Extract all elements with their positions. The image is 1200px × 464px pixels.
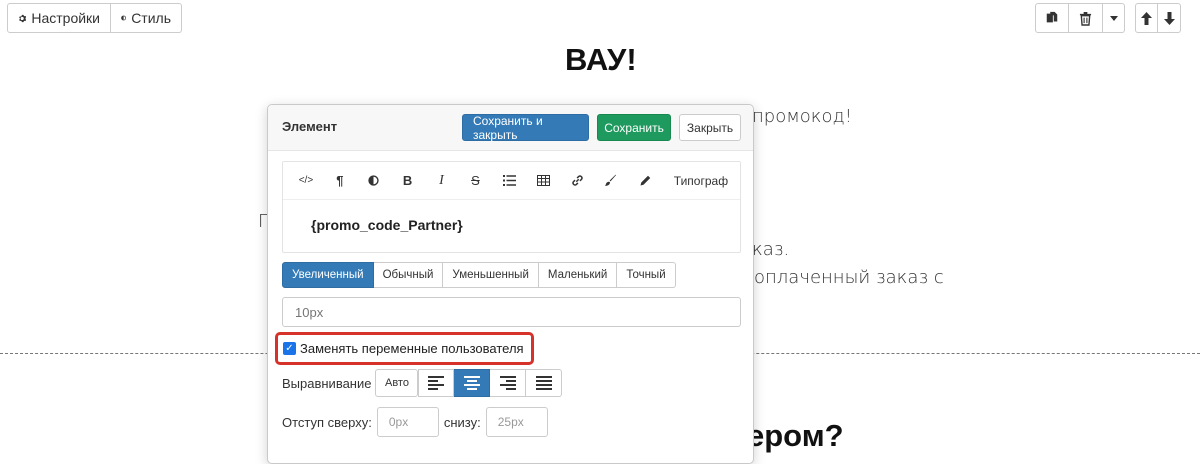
close-button[interactable]: Закрыть bbox=[679, 114, 741, 141]
alignment-label: Выравнивание bbox=[282, 375, 372, 391]
move-down-button[interactable] bbox=[1158, 3, 1181, 33]
size-option-normal[interactable]: Обычный bbox=[373, 262, 444, 288]
move-up-button[interactable] bbox=[1135, 3, 1158, 33]
code-view-button[interactable]: </> bbox=[289, 162, 323, 200]
alignment-row: Выравнивание Авто bbox=[282, 369, 563, 397]
bottom-headline: ером? bbox=[747, 418, 844, 453]
contrast-button[interactable] bbox=[357, 162, 391, 200]
replace-variables-label: Заменять переменные пользователя bbox=[300, 341, 524, 356]
size-input[interactable] bbox=[282, 297, 741, 327]
offset-row: Отступ сверху: 0px снизу: 25px bbox=[282, 407, 548, 437]
align-justify-icon bbox=[535, 376, 552, 390]
size-selector: Увеличенный Обычный Уменьшенный Маленьки… bbox=[282, 262, 676, 288]
modal-header: Элемент Сохранить и закрыть Сохранить За… bbox=[268, 105, 753, 151]
code-icon: </> bbox=[298, 175, 314, 186]
copy-button[interactable] bbox=[1035, 3, 1069, 33]
style-button[interactable]: Стиль bbox=[111, 3, 182, 33]
align-left-icon bbox=[428, 376, 445, 390]
strikethrough-button[interactable]: S bbox=[458, 162, 492, 200]
move-buttons bbox=[1135, 3, 1181, 33]
editor-content[interactable]: {promo_code_Partner} bbox=[283, 200, 740, 233]
pencil-icon bbox=[640, 175, 651, 185]
block-toolbar-left: Настройки Стиль bbox=[7, 3, 182, 33]
arrow-down-icon bbox=[1163, 11, 1175, 25]
page-headline: ВАУ! bbox=[565, 42, 637, 77]
contrast-icon bbox=[368, 175, 379, 186]
bg-text-paid-order: оплаченный заказ с bbox=[754, 267, 944, 288]
align-auto-button[interactable]: Авто bbox=[375, 369, 419, 397]
align-justify-button[interactable] bbox=[526, 369, 563, 397]
strikethrough-icon: S bbox=[471, 173, 480, 188]
link-button[interactable] bbox=[560, 162, 594, 200]
paragraph-icon: ¶ bbox=[336, 173, 344, 188]
offset-top-input[interactable]: 0px bbox=[376, 407, 439, 437]
link-icon bbox=[571, 175, 583, 186]
table-icon bbox=[536, 175, 550, 186]
copy-icon bbox=[1046, 11, 1058, 23]
align-center-icon bbox=[463, 376, 480, 390]
brush-button[interactable] bbox=[594, 162, 628, 200]
block-toolbar-right bbox=[1035, 3, 1125, 33]
align-right-icon bbox=[499, 376, 516, 390]
rich-text-editor: </> ¶ B I S Типограф {promo_code_Partner… bbox=[282, 161, 741, 253]
size-option-reduced[interactable]: Уменьшенный bbox=[443, 262, 539, 288]
align-center-button[interactable] bbox=[454, 369, 491, 397]
caret-down-icon bbox=[1109, 15, 1118, 21]
settings-button[interactable]: Настройки bbox=[7, 3, 111, 33]
offset-bottom-input[interactable]: 25px bbox=[485, 407, 548, 437]
typograph-button[interactable]: Типограф bbox=[662, 162, 740, 200]
list-icon bbox=[502, 175, 516, 186]
contrast-icon bbox=[121, 15, 127, 21]
style-label: Стиль bbox=[131, 10, 171, 26]
italic-icon: I bbox=[439, 172, 444, 188]
bold-button[interactable]: B bbox=[391, 162, 425, 200]
align-left-button[interactable] bbox=[418, 369, 455, 397]
pencil-button[interactable] bbox=[628, 162, 662, 200]
list-button[interactable] bbox=[492, 162, 526, 200]
delete-button[interactable] bbox=[1069, 3, 1103, 33]
settings-label: Настройки bbox=[31, 10, 100, 26]
size-option-small[interactable]: Маленький bbox=[538, 262, 618, 288]
size-option-enlarged[interactable]: Увеличенный bbox=[282, 262, 374, 288]
save-and-close-button[interactable]: Сохранить и закрыть bbox=[462, 114, 589, 142]
element-editor-modal: Элемент Сохранить и закрыть Сохранить За… bbox=[267, 104, 754, 464]
gear-icon bbox=[19, 14, 27, 22]
replace-variables-checkbox[interactable]: ✓ bbox=[283, 342, 296, 355]
offset-top-label: Отступ сверху: bbox=[282, 414, 372, 430]
align-right-button[interactable] bbox=[490, 369, 527, 397]
brush-icon bbox=[605, 174, 617, 186]
trash-icon bbox=[1079, 11, 1092, 26]
modal-title: Элемент bbox=[282, 119, 338, 134]
editor-toolbar: </> ¶ B I S Типограф bbox=[283, 162, 740, 200]
arrow-up-icon bbox=[1141, 11, 1152, 25]
table-button[interactable] bbox=[526, 162, 560, 200]
save-button[interactable]: Сохранить bbox=[597, 114, 671, 141]
offset-bottom-label: снизу: bbox=[443, 414, 481, 430]
paragraph-button[interactable]: ¶ bbox=[323, 162, 357, 200]
bold-icon: B bbox=[402, 173, 413, 188]
more-dropdown-button[interactable] bbox=[1103, 3, 1125, 33]
size-option-exact[interactable]: Точный bbox=[617, 262, 676, 288]
bg-text-promocode: промокод! bbox=[752, 106, 852, 127]
italic-button[interactable]: I bbox=[425, 162, 459, 200]
replace-variables-highlight: ✓ Заменять переменные пользователя bbox=[275, 332, 534, 365]
